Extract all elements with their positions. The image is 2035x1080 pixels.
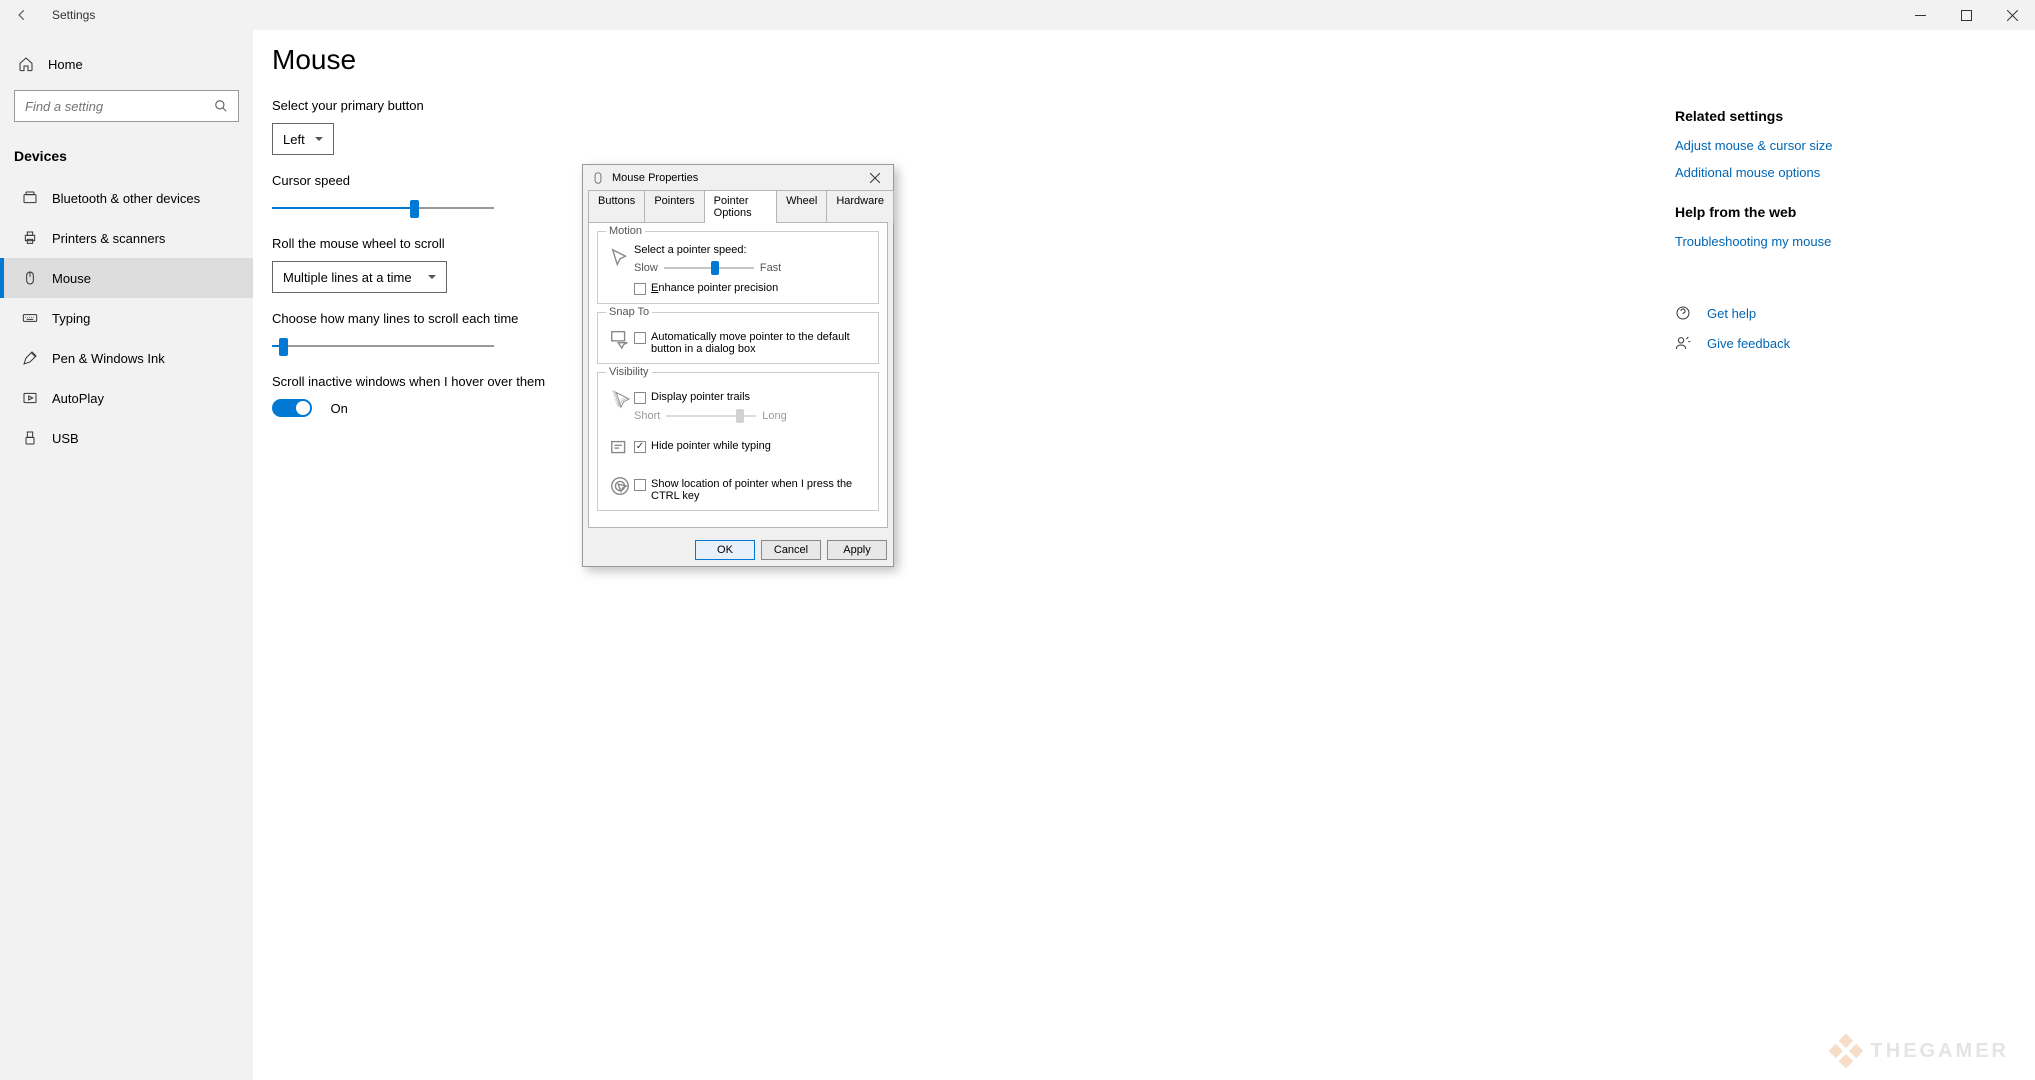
back-button[interactable] — [10, 3, 34, 27]
sidebar-item-pen[interactable]: Pen & Windows Ink — [0, 338, 253, 378]
enhance-precision-checkbox[interactable] — [634, 283, 646, 295]
cursor-icon — [606, 244, 634, 272]
mouse-icon — [591, 171, 605, 185]
snap-to-checkbox[interactable] — [634, 332, 646, 344]
scroll-inactive-toggle[interactable] — [272, 399, 312, 417]
snap-icon — [606, 325, 634, 353]
help-web-header: Help from the web — [1675, 204, 1925, 220]
sidebar-item-label: Typing — [52, 311, 90, 326]
related-settings-header: Related settings — [1675, 108, 1925, 124]
pointer-trails-label: Display pointer trails — [651, 391, 750, 403]
tab-wheel[interactable]: Wheel — [776, 190, 827, 223]
fast-label: Fast — [760, 262, 781, 274]
sidebar-item-label: USB — [52, 431, 79, 446]
dialog-close-button[interactable] — [869, 169, 887, 187]
tab-hardware[interactable]: Hardware — [826, 190, 894, 223]
snap-to-label: Automatically move pointer to the defaul… — [651, 331, 870, 355]
additional-options-link[interactable]: Additional mouse options — [1675, 165, 1925, 180]
give-feedback-link[interactable]: Give feedback — [1675, 335, 1925, 351]
sidebar-item-bluetooth[interactable]: Bluetooth & other devices — [0, 178, 253, 218]
dialog-buttons: OK Cancel Apply — [583, 534, 893, 566]
sidebar: Home Devices Bluetooth & other devices P… — [0, 30, 253, 1080]
titlebar: Settings — [0, 0, 2035, 30]
ctrl-locate-icon — [606, 472, 634, 500]
home-label: Home — [48, 57, 83, 72]
dropdown-value: Multiple lines at a time — [283, 270, 412, 285]
tab-pointer-options[interactable]: Pointer Options — [704, 190, 777, 223]
trails-icon — [606, 385, 634, 413]
roll-wheel-dropdown[interactable]: Multiple lines at a time — [272, 261, 447, 293]
give-feedback-label: Give feedback — [1707, 336, 1790, 351]
sidebar-item-printers[interactable]: Printers & scanners — [0, 218, 253, 258]
watermark-text: THEGAMER — [1871, 1040, 2009, 1063]
watermark: THEGAMER — [1829, 1034, 2009, 1068]
cursor-speed-slider[interactable] — [272, 198, 494, 218]
troubleshoot-link[interactable]: Troubleshooting my mouse — [1675, 234, 1925, 249]
search-icon — [214, 99, 228, 113]
dialog-title: Mouse Properties — [612, 172, 698, 184]
sidebar-item-label: Printers & scanners — [52, 231, 165, 246]
visibility-title: Visibility — [606, 366, 652, 378]
page-title: Mouse — [272, 44, 1212, 76]
app-title: Settings — [52, 8, 95, 22]
motion-title: Motion — [606, 225, 645, 237]
long-label: Long — [762, 410, 786, 422]
dialog-tabs: Buttons Pointers Pointer Options Wheel H… — [583, 190, 893, 223]
watermark-icon — [1829, 1034, 1863, 1068]
adjust-mouse-link[interactable]: Adjust mouse & cursor size — [1675, 138, 1925, 153]
tab-buttons[interactable]: Buttons — [588, 190, 645, 223]
pointer-trails-checkbox[interactable] — [634, 392, 646, 404]
get-help-label: Get help — [1707, 306, 1756, 321]
hide-typing-icon — [606, 434, 634, 462]
category-header: Devices — [0, 140, 253, 178]
sidebar-item-label: Mouse — [52, 271, 91, 286]
ctrl-locate-checkbox[interactable] — [634, 479, 646, 491]
enhance-precision-label: EEnhance pointer precisionnhance pointer… — [651, 282, 778, 294]
get-help-link[interactable]: Get help — [1675, 305, 1925, 321]
right-rail: Related settings Adjust mouse & cursor s… — [1675, 84, 1925, 351]
speed-label: Select a pointer speed: — [634, 244, 870, 256]
close-window-button[interactable] — [1989, 0, 2035, 30]
sidebar-item-typing[interactable]: Typing — [0, 298, 253, 338]
help-icon — [1675, 305, 1691, 321]
maximize-button[interactable] — [1943, 0, 1989, 30]
lines-scroll-slider[interactable] — [272, 336, 494, 356]
hide-pointer-label: Hide pointer while typing — [651, 440, 771, 452]
trails-length-slider: Short Long — [634, 408, 870, 424]
apply-button[interactable]: Apply — [827, 540, 887, 560]
hide-pointer-checkbox[interactable] — [634, 441, 646, 453]
search-input[interactable] — [25, 99, 214, 114]
sidebar-item-autoplay[interactable]: AutoPlay — [0, 378, 253, 418]
pointer-speed-slider[interactable]: Slow Fast — [634, 260, 870, 276]
tab-pointers[interactable]: Pointers — [644, 190, 704, 223]
sidebar-item-label: Pen & Windows Ink — [52, 351, 165, 366]
home-link[interactable]: Home — [0, 46, 253, 82]
toggle-state: On — [330, 401, 347, 416]
snap-to-group: Snap To Automatically move pointer to th… — [597, 312, 879, 364]
dialog-titlebar[interactable]: Mouse Properties — [583, 165, 893, 190]
cancel-button[interactable]: Cancel — [761, 540, 821, 560]
tab-body: Motion Select a pointer speed: Slow Fast… — [588, 222, 888, 528]
sidebar-item-mouse[interactable]: Mouse — [0, 258, 253, 298]
mouse-properties-dialog: Mouse Properties Buttons Pointers Pointe… — [582, 164, 894, 567]
snap-title: Snap To — [606, 306, 652, 318]
sidebar-item-usb[interactable]: USB — [0, 418, 253, 458]
sidebar-item-label: Bluetooth & other devices — [52, 191, 200, 206]
dropdown-value: Left — [283, 132, 305, 147]
visibility-group: Visibility Display pointer trails Short … — [597, 372, 879, 511]
ok-button[interactable]: OK — [695, 540, 755, 560]
motion-group: Motion Select a pointer speed: Slow Fast… — [597, 231, 879, 304]
minimize-button[interactable] — [1897, 0, 1943, 30]
search-box[interactable] — [14, 90, 239, 122]
primary-button-label: Select your primary button — [272, 98, 1212, 113]
slow-label: Slow — [634, 262, 658, 274]
primary-button-dropdown[interactable]: Left — [272, 123, 334, 155]
sidebar-item-label: AutoPlay — [52, 391, 104, 406]
ctrl-locate-label: Show location of pointer when I press th… — [651, 478, 870, 502]
feedback-icon — [1675, 335, 1691, 351]
short-label: Short — [634, 410, 660, 422]
